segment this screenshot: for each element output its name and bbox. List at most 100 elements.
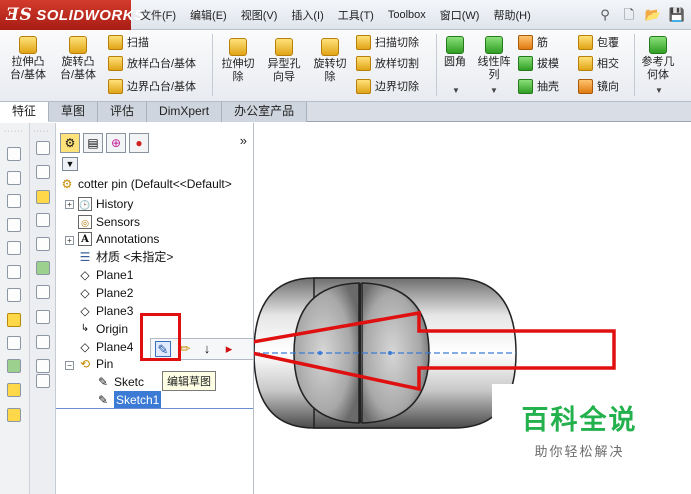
tree-item-plane1-label: Plane1 <box>96 268 134 282</box>
tree-item-plane3[interactable]: ◇ Plane3 <box>78 302 133 320</box>
reference-geometry-button[interactable]: 参考几 何体 <box>638 36 678 82</box>
intersect-label: 相交 <box>597 58 619 70</box>
menu-window[interactable]: 窗口(W) <box>440 7 480 23</box>
view-cube-icon[interactable] <box>7 265 21 279</box>
menu-view[interactable]: 视图(V) <box>241 7 278 23</box>
new-document-icon[interactable]: 🗋 <box>619 5 639 25</box>
grid-icon[interactable] <box>36 359 50 373</box>
tree-item-sketch1[interactable]: ✎ Sketch1 <box>96 391 162 409</box>
extrude-boss-button[interactable]: 拉伸凸 台/基体 <box>6 36 50 82</box>
pattern-dropdown-icon[interactable]: ▼ <box>490 86 498 95</box>
loft-cut-button[interactable]: 放样切割 <box>356 55 419 71</box>
linear-pattern-label: 线性阵 列 <box>477 56 511 81</box>
tree-item-plane2[interactable]: ◇ Plane2 <box>78 284 133 302</box>
tree-root[interactable]: ⚙ cotter pin (Default<<Default> <box>60 175 232 193</box>
grid-icon[interactable] <box>36 310 50 324</box>
tree-item-plane4[interactable]: ◇ Plane4 <box>78 338 133 356</box>
expand-annotations-icon[interactable]: + <box>65 236 74 245</box>
reference-dropdown-icon[interactable]: ▼ <box>655 86 663 95</box>
red-pointer-icon[interactable]: ▸ <box>221 341 237 357</box>
view-cube-icon[interactable] <box>7 288 21 302</box>
view-cube-icon[interactable] <box>7 241 21 255</box>
tree-item-material[interactable]: ☰ 材质 <未指定> <box>78 248 174 266</box>
revolve-cut-button[interactable]: 旋转切 除 <box>310 38 350 84</box>
extrude-boss-icon <box>19 36 37 54</box>
sweep-cut-button[interactable]: 扫描切除 <box>356 34 419 50</box>
wrap-button[interactable]: 包覆 <box>578 34 619 50</box>
rib-button[interactable]: 筋 <box>518 34 548 50</box>
tree-item-sketch-partial[interactable]: ✎ Sketc <box>96 373 144 391</box>
linear-pattern-button[interactable]: 线性阵 列 <box>474 36 514 82</box>
menu-edit[interactable]: 编辑(E) <box>190 7 227 23</box>
tab-evaluate[interactable]: 评估 <box>98 102 148 122</box>
view-cube-icon[interactable] <box>7 147 21 161</box>
grid-icon[interactable] <box>36 213 50 227</box>
pin-icon[interactable]: ⚲ <box>595 5 615 25</box>
table-icon[interactable] <box>36 374 50 388</box>
feature-icon[interactable] <box>36 190 50 204</box>
extrude-cut-button[interactable]: 拉伸切 除 <box>218 38 258 84</box>
grid-icon[interactable] <box>36 237 50 251</box>
menu-file[interactable]: 文件(F) <box>140 7 176 23</box>
sort-icon[interactable]: ↓ <box>199 341 215 357</box>
table-icon[interactable] <box>36 141 50 155</box>
draft-button[interactable]: 拔模 <box>518 55 559 71</box>
revolve-boss-icon <box>69 36 87 54</box>
tree-item-annotations[interactable]: A Annotations <box>78 230 159 248</box>
revolve-cut-label: 旋转切 除 <box>313 58 347 83</box>
view-cube-icon[interactable] <box>7 171 21 185</box>
dimension-icon[interactable] <box>7 336 21 350</box>
expand-history-icon[interactable]: + <box>65 200 74 209</box>
view-cube-icon[interactable] <box>7 194 21 208</box>
part-icon[interactable] <box>7 408 21 422</box>
tree-item-history[interactable]: 🕑 History <box>78 195 133 213</box>
hole-wizard-button[interactable]: 异型孔 向导 <box>262 38 306 84</box>
menu-help[interactable]: 帮助(H) <box>493 7 530 23</box>
filter-icon[interactable]: ▼ <box>62 157 78 171</box>
feature-manager-tab-icon[interactable]: ⚙ <box>60 133 80 153</box>
sweep-icon <box>108 34 123 50</box>
tab-office-products[interactable]: 办公室产品 <box>222 102 308 122</box>
appearance-tab-icon[interactable]: ● <box>129 133 149 153</box>
fillet-dropdown-icon[interactable]: ▼ <box>452 86 460 95</box>
tree-item-origin[interactable]: ↳ Origin <box>78 320 128 338</box>
tab-features[interactable]: 特征 <box>0 102 50 122</box>
shell-button[interactable]: 抽壳 <box>518 78 559 94</box>
property-manager-tab-icon[interactable]: ▤ <box>83 133 103 153</box>
view-cube-icon[interactable] <box>7 218 21 232</box>
tree-item-sensors[interactable]: ◎ Sensors <box>78 213 140 231</box>
sketch-pencil-icon[interactable] <box>7 313 21 327</box>
origin-icon: ↳ <box>80 323 90 334</box>
wrap-icon <box>578 34 593 50</box>
grid-icon[interactable] <box>36 165 50 179</box>
save-icon[interactable]: 💾 <box>667 5 687 25</box>
tab-sketch[interactable]: 草图 <box>49 102 99 122</box>
relation-icon[interactable] <box>7 359 21 373</box>
menu-tools[interactable]: 工具(T) <box>338 7 374 23</box>
collapse-pin-icon[interactable]: − <box>65 361 74 370</box>
open-folder-icon[interactable]: 📂 <box>643 5 663 25</box>
shell-label: 抽壳 <box>537 81 559 93</box>
tree-item-pin[interactable]: ⟲ Pin <box>78 355 113 373</box>
tab-dimxpert[interactable]: DimXpert <box>147 102 223 122</box>
fillet-button[interactable]: 圆角 <box>440 36 470 69</box>
tree-item-sketch1-label: Sketch1 <box>114 391 162 409</box>
intersect-button[interactable]: 相交 <box>578 55 619 71</box>
menu-insert[interactable]: 插入(I) <box>291 7 323 23</box>
boundary-cut-button[interactable]: 边界切除 <box>356 78 419 94</box>
configuration-manager-tab-icon[interactable]: ⊕ <box>106 133 126 153</box>
grid-icon[interactable] <box>36 285 50 299</box>
plane-icon: ◇ <box>80 286 90 300</box>
sweep-button[interactable]: 扫描 <box>108 34 149 50</box>
part-icon[interactable] <box>7 383 21 397</box>
shell-icon <box>518 78 533 94</box>
mirror-button[interactable]: 镜向 <box>578 78 619 94</box>
revolve-boss-button[interactable]: 旋转凸 台/基体 <box>56 36 100 82</box>
loft-button[interactable]: 放样凸台/基体 <box>108 55 196 71</box>
menu-toolbox[interactable]: Toolbox <box>388 9 426 21</box>
grid-icon[interactable] <box>36 335 50 349</box>
more-tabs-icon[interactable]: » <box>240 133 247 148</box>
tree-item-plane1[interactable]: ◇ Plane1 <box>78 266 133 284</box>
boundary-boss-button[interactable]: 边界凸台/基体 <box>108 78 196 94</box>
layer-icon[interactable] <box>36 261 50 275</box>
